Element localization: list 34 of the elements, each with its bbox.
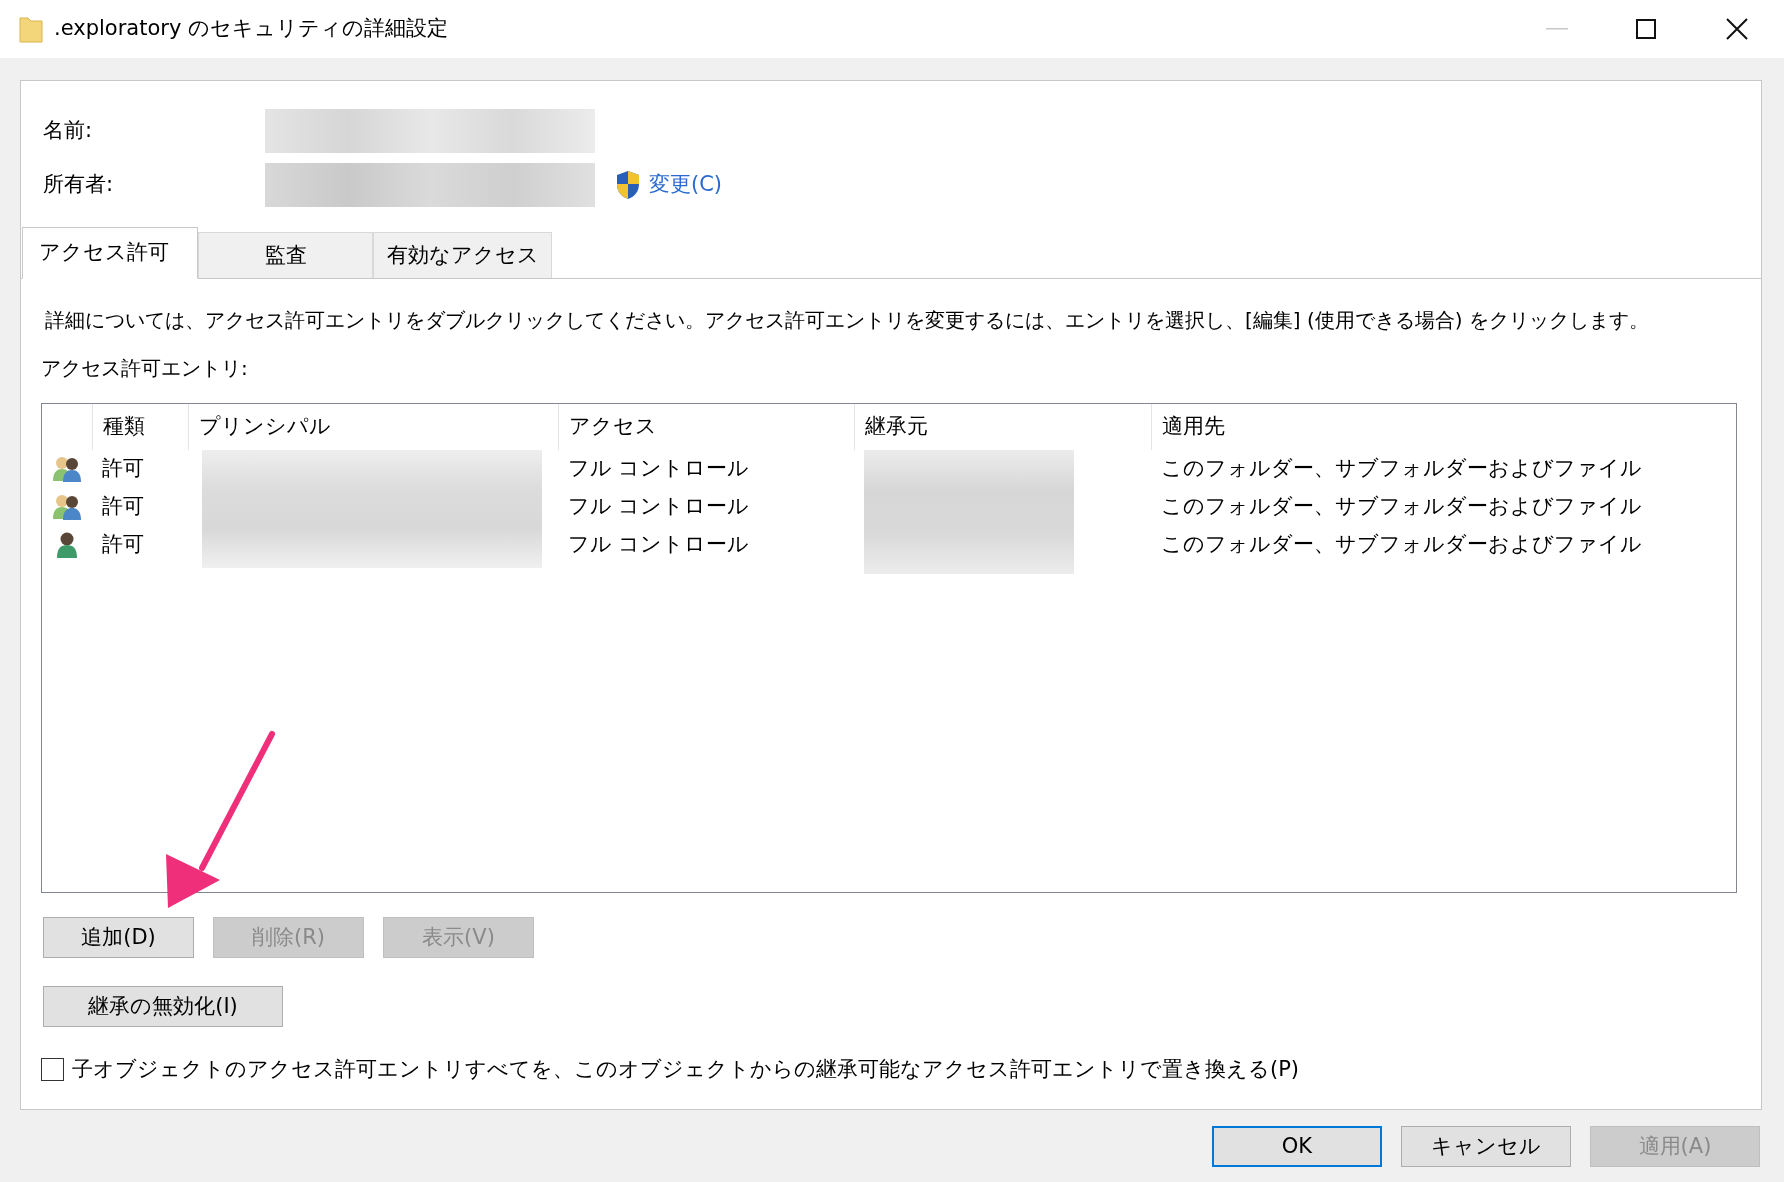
tab[interactable]: アクセス許可: [22, 227, 198, 279]
table-cell-text: フル コントロール: [566, 531, 751, 559]
ok-button[interactable]: OK: [1212, 1126, 1382, 1167]
table-cell-text: このフォルダー、サブフォルダーおよびファイル: [1160, 531, 1644, 559]
entries-label: アクセス許可エントリ:: [40, 355, 249, 382]
tab[interactable]: 有効なアクセス: [373, 232, 552, 278]
column-header[interactable]: 種類: [91, 404, 188, 450]
user-icon: [55, 531, 79, 559]
shield-icon: [615, 170, 641, 200]
table-cell-text: このフォルダー、サブフォルダーおよびファイル: [1160, 493, 1644, 521]
cancel-button[interactable]: キャンセル: [1401, 1126, 1571, 1167]
table-cell-text: フル コントロール: [566, 455, 751, 483]
users-icon: [52, 493, 82, 521]
disable-inheritance-button[interactable]: 継承の無効化(I): [43, 986, 283, 1027]
table-cell-text: 許可: [100, 493, 145, 521]
add-button[interactable]: 追加(D): [43, 917, 194, 958]
replace-checkbox[interactable]: [41, 1058, 64, 1082]
tab[interactable]: 監査: [198, 232, 373, 278]
table-cell-text: このフォルダー、サブフォルダーおよびファイル: [1160, 455, 1644, 483]
close-icon[interactable]: [1726, 18, 1748, 40]
change-owner-link[interactable]: 変更(C): [649, 169, 723, 201]
folder-icon: [18, 14, 44, 44]
owner-label: 所有者:: [43, 171, 115, 199]
table-cell-text: フル コントロール: [566, 493, 751, 521]
maximize-icon[interactable]: [1636, 19, 1656, 39]
name-label: 名前:: [43, 117, 94, 145]
table-cell-text: 許可: [100, 531, 145, 559]
window-title: .exploratory のセキュリティの詳細設定: [54, 15, 448, 43]
table-cell-text: 許可: [100, 455, 145, 483]
description-text: 詳細については、アクセス許可エントリをダブルクリックしてください。アクセス許可エントリを変更するには、エントリを選択し、[編集] (使用できる場合) をクリックします。: [44, 307, 1650, 334]
column-header[interactable]: アクセス: [557, 404, 854, 450]
replace-checkbox-label: 子オブジェクトのアクセス許可エントリすべてを、このオブジェクトからの継承可能なアクセス許可エントリで置き換える(P): [72, 1056, 1300, 1083]
users-icon: [52, 455, 82, 483]
column-header[interactable]: 適用先: [1151, 404, 1736, 450]
